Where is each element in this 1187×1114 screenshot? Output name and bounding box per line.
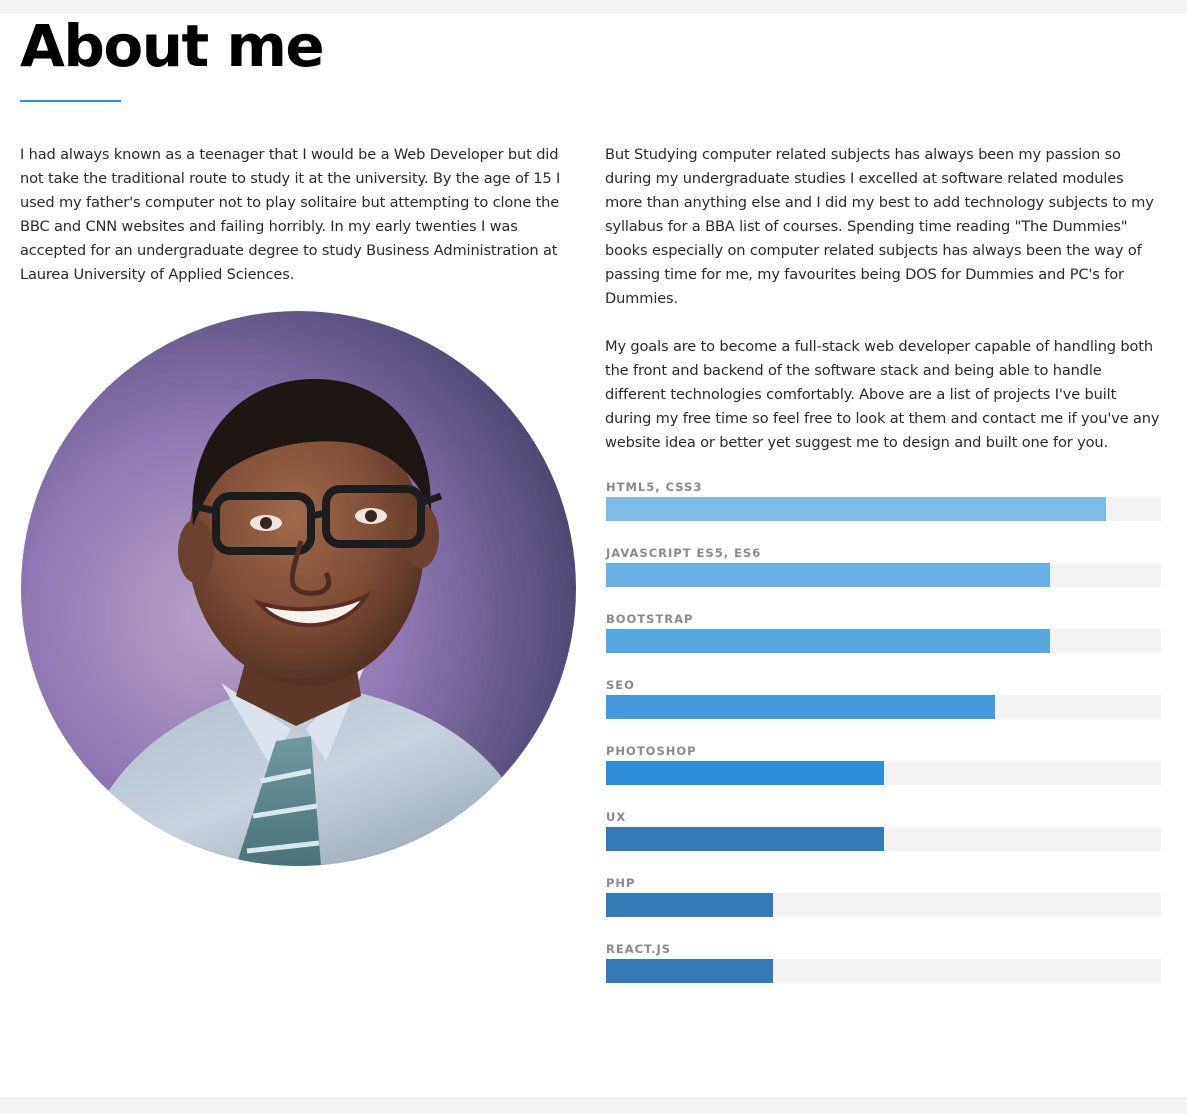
skill-bar-track (606, 497, 1161, 521)
intro-line: BBC and CNN websites and failing horribl… (20, 218, 518, 235)
skill-bar-fill (606, 893, 773, 917)
goals-line: website idea or better yet suggest me to… (605, 434, 1108, 451)
page-title: About me (20, 12, 325, 80)
skill-bar-track (606, 629, 1161, 653)
intro-line: I had always known as a teenager that I … (20, 146, 559, 163)
goals-line: My goals are to become a full-stack web … (605, 338, 1153, 355)
skill-label: SEO (606, 678, 635, 692)
skill-label: PHP (606, 876, 636, 890)
skill-bar-fill (606, 695, 995, 719)
goals-line: the front and backend of the software st… (605, 362, 1102, 379)
skill-bar-fill (606, 959, 773, 983)
study-line: books especially on computer related sub… (605, 242, 1142, 259)
skill-label: PHOTOSHOP (606, 744, 697, 758)
intro-line: Laurea University of Applied Sciences. (20, 266, 295, 283)
goals-line: during my free time so feel free to look… (605, 410, 1160, 427)
study-line: passing time for me, my favourites being… (605, 266, 1124, 283)
skill-label: HTML5, CSS3 (606, 480, 703, 494)
study-line: syllabus for a BBA list of courses. Spen… (605, 218, 1128, 235)
skill-label: REACT.JS (606, 942, 672, 956)
skill-bar-fill (606, 563, 1050, 587)
skill-bar-fill (606, 497, 1106, 521)
portrait-illustration-icon (21, 311, 576, 866)
skill-label: JAVASCRIPT ES5, ES6 (606, 546, 762, 560)
study-line: more than anything else and I did my bes… (605, 194, 1154, 211)
skill-bar-fill (606, 761, 884, 785)
title-underline (20, 100, 121, 102)
skill-bar-track (606, 827, 1161, 851)
skill-bar-track (606, 959, 1161, 983)
study-paragraph: But Studying computer related subjects h… (605, 143, 1165, 311)
skill-bar-track (606, 563, 1161, 587)
skill-bar-fill (606, 827, 884, 851)
skill-label: BOOTSTRAP (606, 612, 694, 626)
intro-paragraph: I had always known as a teenager that I … (20, 143, 580, 287)
intro-line: accepted for an undergraduate degree to … (20, 242, 558, 259)
skill-bar-track (606, 695, 1161, 719)
goals-paragraph: My goals are to become a full-stack web … (605, 335, 1165, 455)
avatar (21, 311, 576, 866)
study-line: Dummies. (605, 290, 678, 307)
study-line: during my undergraduate studies I excell… (605, 170, 1124, 187)
intro-line: not take the traditional route to study … (20, 170, 561, 187)
skill-bar-fill (606, 629, 1050, 653)
goals-line: different technologies comfortably. Abov… (605, 386, 1117, 403)
intro-line: used my father's computer not to play so… (20, 194, 560, 211)
skill-label: UX (606, 810, 627, 824)
skill-bar-track (606, 893, 1161, 917)
bottom-band (0, 1098, 1187, 1114)
skill-bar-track (606, 761, 1161, 785)
study-line: But Studying computer related subjects h… (605, 146, 1121, 163)
